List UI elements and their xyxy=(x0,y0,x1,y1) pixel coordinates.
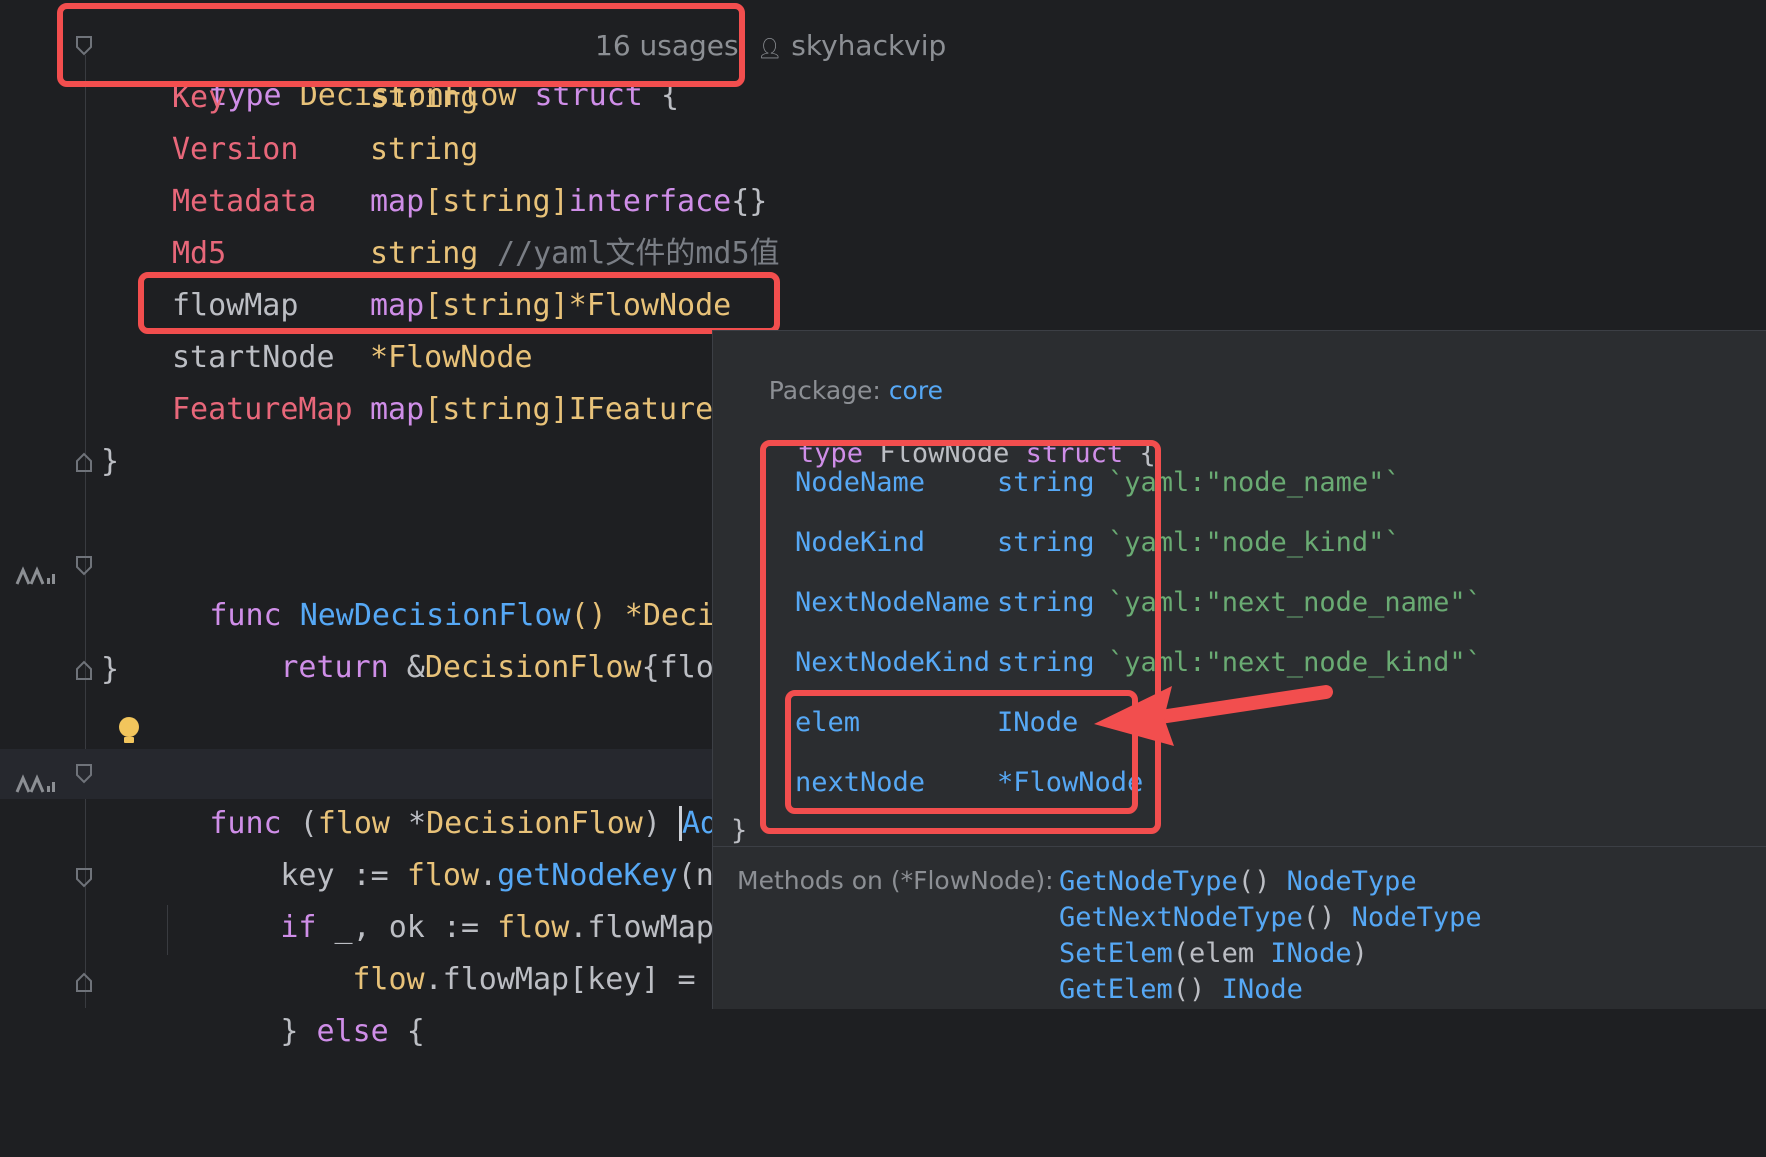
doc-field-type: string xyxy=(997,647,1095,678)
field-name: Key xyxy=(172,80,227,115)
field-name: startNode xyxy=(172,340,335,375)
field-type: string xyxy=(370,80,479,115)
doc-field-type: string xyxy=(997,527,1095,558)
code-line-field-startnode[interactable]: startNode *FlowNode xyxy=(0,333,533,383)
code-line-field-featuremap[interactable]: FeatureMap map[string]IFeature xyxy=(0,385,713,435)
doc-field-type: string xyxy=(997,467,1095,498)
code-line-struct-header[interactable]: type DecisionFlow struct { 16 usages 👤︎ … xyxy=(0,21,1000,113)
doc-field-row: nextNode xyxy=(795,767,926,798)
field-name: Version xyxy=(172,132,299,167)
fold-icon[interactable] xyxy=(74,867,94,889)
field-type: map[string]*FlowNode xyxy=(370,288,732,323)
fold-icon[interactable] xyxy=(74,763,94,785)
doc-field-tag: `yaml:"next_node_name"` xyxy=(1108,587,1482,618)
code-line-func-addnode[interactable]: func (flow *DecisionFlow) AddNode( xyxy=(0,749,827,841)
code-line-key[interactable]: key := flow.getNodeKey(node.No xyxy=(0,801,822,893)
author-name: skyhackvip xyxy=(791,29,947,62)
package-link[interactable]: core xyxy=(889,376,943,405)
keyword-return: return xyxy=(280,650,389,685)
code-line-close-brace[interactable]: } xyxy=(0,437,119,487)
fold-icon[interactable] xyxy=(74,35,94,57)
code-line-func-new[interactable]: func NewDecisionFlow() *DecisionFl xyxy=(0,541,824,633)
doc-field-tag: `yaml:"node_name"` xyxy=(1108,467,1401,498)
field-name: Md5 xyxy=(172,236,227,271)
fold-icon[interactable] xyxy=(74,451,94,473)
doc-field-type[interactable]: *FlowNode xyxy=(997,767,1143,798)
indent-guide xyxy=(85,55,86,1008)
code-line-field-flowmap[interactable]: flowMap map[string]*FlowNode xyxy=(0,281,731,331)
fold-icon[interactable] xyxy=(74,555,94,577)
open-brace: { xyxy=(660,78,679,113)
doc-close-brace: } xyxy=(731,815,748,846)
implementations-icon[interactable] xyxy=(14,554,58,585)
field-type: string xyxy=(370,236,479,271)
doc-field-row: elem xyxy=(795,707,861,738)
code-comment: //yaml文件的md5值 xyxy=(497,236,780,271)
doc-field-tag: `yaml:"node_kind"` xyxy=(1108,527,1401,558)
indent-guide xyxy=(167,905,168,955)
fold-icon[interactable] xyxy=(74,659,94,681)
field-name: Metadata xyxy=(172,184,317,219)
method-item[interactable]: GetElem() INode xyxy=(1059,974,1303,1005)
doc-field-row: NextNodeKind xyxy=(795,647,991,678)
quick-doc-popup[interactable]: Package: core type FlowNode struct { Nod… xyxy=(712,330,1766,1009)
usages-hint[interactable]: 16 usages xyxy=(595,21,739,71)
code-line-assign[interactable]: flow.flowMap[key] = node xyxy=(0,905,786,997)
doc-field-row: NextNodeName xyxy=(795,587,991,618)
author-hint[interactable]: 👤︎ skyhackvip xyxy=(757,21,946,73)
fold-icon[interactable] xyxy=(74,971,94,993)
field-type: map[string]interface{} xyxy=(370,184,768,219)
person-icon: 👤︎ xyxy=(757,36,783,60)
method-item[interactable]: GetNodeType() NodeType xyxy=(1059,866,1417,897)
method-item[interactable]: SetElem(elem INode) xyxy=(1059,938,1368,969)
code-line-field-md5[interactable]: Md5 string //yaml文件的md5值 xyxy=(0,229,780,279)
methods-label: Methods on (*FlowNode): xyxy=(737,866,1054,895)
keyword-struct: struct xyxy=(534,78,643,113)
doc-field-type: string xyxy=(997,587,1095,618)
code-line-field-key[interactable]: Key string xyxy=(0,73,478,123)
code-line-if[interactable]: if _, ok := flow.flowMap[key]; xyxy=(0,853,822,945)
doc-field-tag: `yaml:"next_node_kind"` xyxy=(1108,647,1482,678)
code-line-else[interactable]: } else { xyxy=(0,957,425,1049)
field-name: FeatureMap xyxy=(172,392,353,427)
field-type: *FlowNode xyxy=(370,340,533,375)
code-line-field-metadata[interactable]: Metadata map[string]interface{} xyxy=(0,177,767,227)
close-brace: } xyxy=(101,444,120,479)
code-line-return[interactable]: return &DecisionFlow{flowMap: xyxy=(0,593,804,685)
lightbulb-icon[interactable] xyxy=(116,715,142,747)
field-type: map[string]IFeature xyxy=(370,392,714,427)
doc-field-type[interactable]: INode xyxy=(997,707,1078,738)
divider xyxy=(713,846,1766,847)
doc-field-row: NodeName xyxy=(795,467,926,498)
doc-field-row: NodeKind xyxy=(795,527,926,558)
field-type: string xyxy=(370,132,479,167)
code-line-field-version[interactable]: Version string xyxy=(0,125,478,175)
code-line-close-brace-2[interactable]: } xyxy=(0,645,119,695)
method-item[interactable]: GetNextNodeType() NodeType xyxy=(1059,902,1482,933)
implementations-icon[interactable] xyxy=(14,762,58,793)
field-name: flowMap xyxy=(172,288,299,323)
